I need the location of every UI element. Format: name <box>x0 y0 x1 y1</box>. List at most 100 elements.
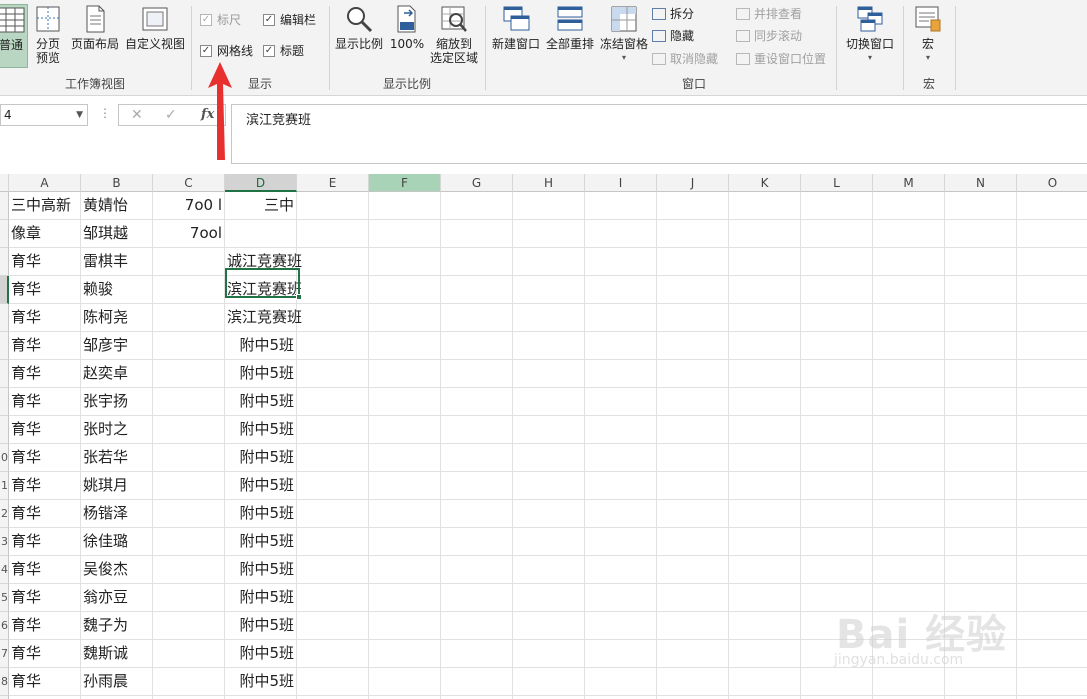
row-header[interactable] <box>0 416 9 444</box>
cell-b[interactable]: 张宇扬 <box>81 388 153 416</box>
column-header[interactable]: H <box>513 174 585 192</box>
formula-bar-checkbox[interactable]: ✓ 编辑栏 <box>263 11 316 29</box>
reset-window-position-button[interactable]: 重设窗口位置 <box>736 50 826 68</box>
row-header[interactable] <box>0 276 9 304</box>
formula-input[interactable]: 滨江竞赛班 <box>231 104 1087 164</box>
cell-a[interactable]: 育华 <box>9 640 81 668</box>
column-header[interactable]: L <box>801 174 873 192</box>
cell-c[interactable] <box>153 360 225 388</box>
cell-b[interactable]: 魏子为 <box>81 612 153 640</box>
column-header[interactable]: A <box>9 174 81 192</box>
column-header[interactable]: C <box>153 174 225 192</box>
cell-d[interactable]: 滨江竞赛班 <box>225 304 302 332</box>
zoom-button[interactable]: 显示比例 <box>334 4 384 51</box>
cell-b[interactable]: 孙雨晨 <box>81 668 153 696</box>
macros-button[interactable]: 宏 ▾ <box>910 4 946 65</box>
page-break-preview-button[interactable]: 分页 预览 <box>32 4 64 65</box>
column-header[interactable]: O <box>1017 174 1087 192</box>
cell-b[interactable]: 徐佳璐 <box>81 528 153 556</box>
cell-d[interactable]: 附中5班 <box>225 640 297 668</box>
cell-c[interactable] <box>153 612 225 640</box>
cell-b[interactable]: 张若华 <box>81 444 153 472</box>
cell-d[interactable]: 附中5班 <box>225 416 297 444</box>
cell-b[interactable]: 姚琪月 <box>81 472 153 500</box>
cell-c[interactable] <box>153 556 225 584</box>
row-header[interactable]: 1 <box>0 472 9 500</box>
cell-d[interactable]: 附中5班 <box>225 668 297 696</box>
cell-a[interactable]: 育华 <box>9 332 81 360</box>
cell-a[interactable]: 育华 <box>9 584 81 612</box>
cell-d[interactable]: 附中5班 <box>225 472 297 500</box>
headings-checkbox[interactable]: ✓ 标题 <box>263 42 304 60</box>
view-side-by-side-button[interactable]: 并排查看 <box>736 5 802 23</box>
name-box[interactable]: 4 ▼ <box>0 104 88 126</box>
row-header[interactable] <box>0 360 9 388</box>
cell-a[interactable]: 育华 <box>9 556 81 584</box>
cell-a[interactable]: 育华 <box>9 276 81 304</box>
cell-b[interactable]: 陈柯尧 <box>81 304 153 332</box>
cell-c[interactable]: 7o0 l <box>153 192 225 220</box>
unhide-window-button[interactable]: 取消隐藏 <box>652 50 718 68</box>
new-window-button[interactable]: 新建窗口 <box>490 4 542 51</box>
cell-c[interactable] <box>153 416 225 444</box>
name-box-dropdown-icon[interactable]: ▼ <box>76 105 83 125</box>
cell-b[interactable]: 邹琪越 <box>81 220 153 248</box>
row-header[interactable]: 7 <box>0 640 9 668</box>
cell-b[interactable]: 吴俊杰 <box>81 556 153 584</box>
hide-window-button[interactable]: 隐藏 <box>652 27 694 45</box>
cell-b[interactable]: 黄婧怡 <box>81 192 153 220</box>
cell-c[interactable] <box>153 584 225 612</box>
cell-d[interactable]: 附中5班 <box>225 444 297 472</box>
cell-b[interactable]: 邹彦宇 <box>81 332 153 360</box>
row-header[interactable] <box>0 248 9 276</box>
row-header[interactable]: 3 <box>0 528 9 556</box>
cell-c[interactable] <box>153 668 225 696</box>
row-header[interactable]: 6 <box>0 612 9 640</box>
cell-d[interactable]: 三中 <box>225 192 297 220</box>
formula-bar-grip[interactable]: ⋮ <box>99 106 111 120</box>
custom-view-button[interactable]: 自定义视图 <box>124 4 186 51</box>
cell-d[interactable]: 附中5班 <box>225 556 297 584</box>
row-header[interactable] <box>0 192 9 220</box>
switch-windows-button[interactable]: 切换窗口 ▾ <box>842 4 898 65</box>
cell-c[interactable] <box>153 528 225 556</box>
gridlines-checkbox[interactable]: ✓ 网格线 <box>200 42 253 60</box>
row-header[interactable] <box>0 332 9 360</box>
column-header[interactable]: D <box>225 174 297 192</box>
cell-b[interactable]: 杨锴泽 <box>81 500 153 528</box>
cell-b[interactable]: 赖骏 <box>81 276 153 304</box>
cell-c[interactable] <box>153 276 225 304</box>
cell-c[interactable] <box>153 640 225 668</box>
cell-a[interactable]: 育华 <box>9 248 81 276</box>
enter-icon[interactable]: ✓ <box>165 107 177 123</box>
cell-c[interactable] <box>153 388 225 416</box>
column-header[interactable]: E <box>297 174 369 192</box>
column-header[interactable]: B <box>81 174 153 192</box>
cell-d[interactable] <box>225 220 297 248</box>
cell-a[interactable]: 育华 <box>9 668 81 696</box>
column-header[interactable]: J <box>657 174 729 192</box>
cell-d[interactable]: 附中5班 <box>225 500 297 528</box>
freeze-panes-button[interactable]: 冻结窗格 ▾ <box>598 4 650 65</box>
fill-handle[interactable] <box>296 294 302 300</box>
cell-b[interactable]: 赵奕卓 <box>81 360 153 388</box>
cell-b[interactable]: 魏斯诚 <box>81 640 153 668</box>
cell-a[interactable]: 育华 <box>9 360 81 388</box>
cell-c[interactable] <box>153 304 225 332</box>
cell-c[interactable] <box>153 332 225 360</box>
cell-d[interactable]: 附中5班 <box>225 332 297 360</box>
cell-a[interactable]: 育华 <box>9 500 81 528</box>
row-header[interactable]: 0 <box>0 444 9 472</box>
sync-scroll-button[interactable]: 同步滚动 <box>736 27 802 45</box>
cell-a[interactable]: 育华 <box>9 388 81 416</box>
column-header[interactable]: K <box>729 174 801 192</box>
active-cell-selection[interactable] <box>225 268 302 300</box>
cell-a[interactable]: 育华 <box>9 444 81 472</box>
cell-c[interactable]: 7ool <box>153 220 225 248</box>
cancel-icon[interactable]: ✕ <box>131 107 143 123</box>
cell-d[interactable]: 附中5班 <box>225 612 297 640</box>
split-button[interactable]: 拆分 <box>652 5 694 23</box>
cell-a[interactable]: 育华 <box>9 416 81 444</box>
cell-b[interactable]: 雷棋丰 <box>81 248 153 276</box>
row-header[interactable] <box>0 304 9 332</box>
